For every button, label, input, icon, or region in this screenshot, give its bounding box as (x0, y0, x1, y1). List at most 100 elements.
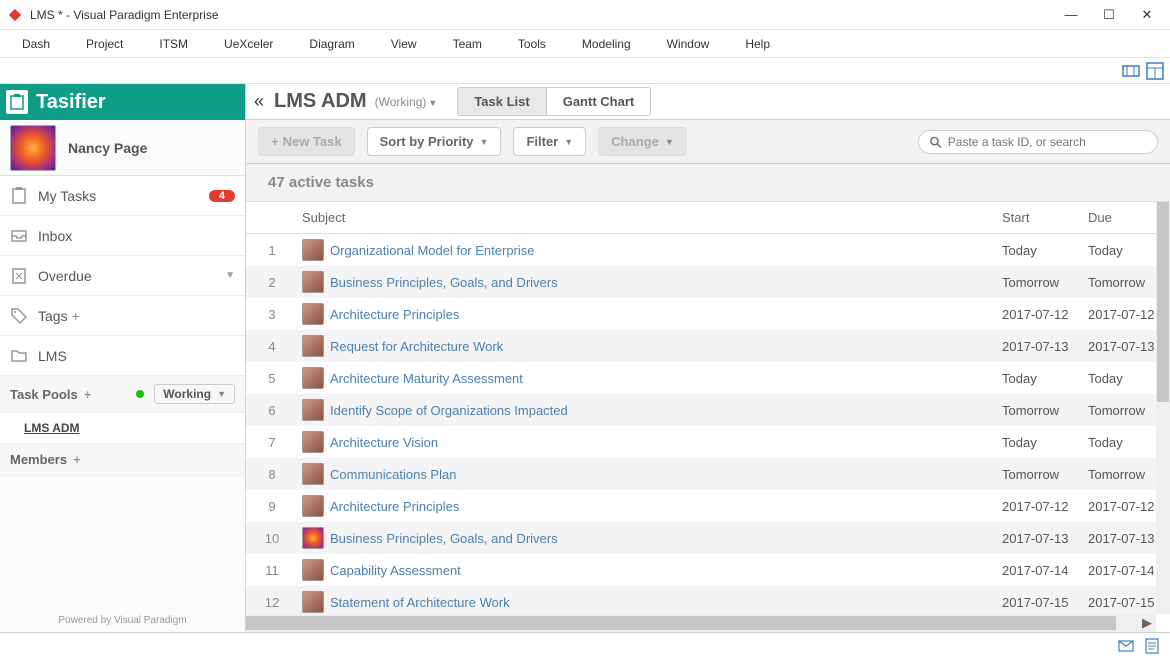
menu-uexceler[interactable]: UeXceler (206, 33, 291, 55)
scroll-right-icon[interactable]: ▶ (1138, 614, 1156, 632)
menu-help[interactable]: Help (727, 33, 788, 55)
assignee-avatar (302, 367, 324, 389)
menu-diagram[interactable]: Diagram (291, 33, 372, 55)
search-icon (929, 135, 942, 149)
add-pool-button[interactable]: + (84, 387, 92, 402)
menu-team[interactable]: Team (435, 33, 500, 55)
table-row[interactable]: 10Business Principles, Goals, and Driver… (246, 522, 1170, 554)
mail-icon[interactable] (1118, 638, 1134, 654)
menu-tools[interactable]: Tools (500, 33, 564, 55)
tab-task-list[interactable]: Task List (458, 88, 546, 115)
pool-title: LMS ADM (274, 90, 367, 113)
row-number: 8 (246, 462, 298, 487)
table-row[interactable]: 11Capability Assessment2017-07-142017-07… (246, 554, 1170, 586)
nav-inbox[interactable]: Inbox (0, 216, 245, 256)
table-row[interactable]: 5Architecture Maturity AssessmentTodayTo… (246, 362, 1170, 394)
nav-label: My Tasks (38, 188, 96, 204)
assignee-avatar (302, 591, 324, 613)
nav-lms[interactable]: LMS (0, 336, 245, 376)
task-subject-link[interactable]: Identify Scope of Organizations Impacted (330, 403, 568, 418)
col-start[interactable]: Start (998, 202, 1084, 233)
task-subject-link[interactable]: Statement of Architecture Work (330, 595, 510, 610)
perspective-icon[interactable] (1122, 62, 1140, 80)
maximize-button[interactable]: ☐ (1102, 7, 1116, 23)
row-number: 12 (246, 590, 298, 615)
start-date: 2017-07-15 (998, 590, 1084, 615)
table-row[interactable]: 9Architecture Principles2017-07-122017-0… (246, 490, 1170, 522)
row-number: 6 (246, 398, 298, 423)
back-button[interactable]: « (254, 91, 264, 112)
table-row[interactable]: 3Architecture Principles2017-07-122017-0… (246, 298, 1170, 330)
chevron-down-icon: ▼ (665, 137, 674, 147)
chevron-down-icon: ▼ (225, 270, 235, 281)
filter-button[interactable]: Filter▼ (513, 127, 586, 156)
user-avatar (10, 125, 56, 171)
assignee-avatar (302, 399, 324, 421)
row-number: 11 (246, 558, 298, 583)
nav-overdue[interactable]: Overdue ▼ (0, 256, 245, 296)
search-field[interactable] (918, 130, 1158, 154)
plus-icon[interactable]: + (72, 308, 80, 324)
menu-project[interactable]: Project (68, 33, 141, 55)
assignee-avatar (302, 239, 324, 261)
vertical-scrollbar[interactable] (1156, 202, 1170, 614)
task-subject-link[interactable]: Architecture Principles (330, 307, 459, 322)
task-subject-link[interactable]: Architecture Principles (330, 499, 459, 514)
toolbar-strip (0, 58, 1170, 84)
title-bar: LMS * - Visual Paradigm Enterprise — ☐ ✕ (0, 0, 1170, 30)
task-subject-link[interactable]: Organizational Model for Enterprise (330, 243, 535, 258)
task-subject-link[interactable]: Communications Plan (330, 467, 456, 482)
horizontal-scrollbar[interactable]: ▶ (246, 614, 1156, 632)
new-task-button[interactable]: + New Task (258, 127, 355, 156)
nav-tags[interactable]: Tags + (0, 296, 245, 336)
brand-header: Tasifier (0, 84, 245, 120)
search-input[interactable] (948, 135, 1147, 149)
minimize-button[interactable]: — (1064, 7, 1078, 23)
menu-bar: DashProjectITSMUeXcelerDiagramViewTeamTo… (0, 30, 1170, 58)
pool-item-lms-adm[interactable]: LMS ADM (0, 413, 245, 444)
table-row[interactable]: 7Architecture VisionTodayToday (246, 426, 1170, 458)
table-row[interactable]: 2Business Principles, Goals, and Drivers… (246, 266, 1170, 298)
task-subject-link[interactable]: Business Principles, Goals, and Drivers (330, 275, 558, 290)
notes-icon[interactable] (1144, 638, 1160, 654)
task-count-summary: 47 active tasks (246, 164, 1170, 202)
assignee-avatar (302, 527, 324, 549)
user-row[interactable]: Nancy Page (0, 120, 245, 176)
table-row[interactable]: 1Organizational Model for EnterpriseToda… (246, 234, 1170, 266)
assignee-avatar (302, 559, 324, 581)
task-subject-link[interactable]: Architecture Vision (330, 435, 438, 450)
sort-button[interactable]: Sort by Priority▼ (367, 127, 502, 156)
task-subject-link[interactable]: Capability Assessment (330, 563, 461, 578)
menu-itsm[interactable]: ITSM (141, 33, 206, 55)
col-subject[interactable]: Subject (298, 202, 998, 233)
nav-my-tasks[interactable]: My Tasks 4 (0, 176, 245, 216)
working-filter-button[interactable]: Working ▼ (154, 384, 235, 404)
start-date: 2017-07-12 (998, 302, 1084, 327)
change-button[interactable]: Change▼ (598, 127, 687, 156)
tag-icon (10, 307, 28, 325)
menu-dash[interactable]: Dash (4, 33, 68, 55)
task-pools-header: Task Pools + Working ▼ (0, 376, 245, 413)
menu-window[interactable]: Window (649, 33, 728, 55)
user-name: Nancy Page (68, 140, 147, 156)
tab-gantt-chart[interactable]: Gantt Chart (547, 88, 651, 115)
chevron-down-icon: ▼ (217, 389, 226, 399)
table-row[interactable]: 4Request for Architecture Work2017-07-13… (246, 330, 1170, 362)
task-subject-link[interactable]: Business Principles, Goals, and Drivers (330, 531, 558, 546)
menu-view[interactable]: View (373, 33, 435, 55)
pool-status[interactable]: (Working)▼ (375, 95, 438, 109)
table-row[interactable]: 6 Identify Scope of Organizations Impacte… (246, 394, 1170, 426)
task-subject-link[interactable]: Request for Architecture Work (330, 339, 503, 354)
menu-modeling[interactable]: Modeling (564, 33, 649, 55)
tasifier-icon (6, 90, 28, 114)
table-row[interactable]: 12 Statement of Architecture Work 2017-07-… (246, 586, 1170, 614)
inbox-icon (10, 227, 28, 245)
start-date: Tomorrow (998, 398, 1084, 423)
assignee-avatar (302, 463, 324, 485)
sidebar: Tasifier Nancy Page My Tasks 4 Inbox Ove… (0, 84, 246, 632)
close-button[interactable]: ✕ (1140, 7, 1154, 23)
layout-icon[interactable] (1146, 62, 1164, 80)
table-row[interactable]: 8Communications PlanTomorrowTomorrow (246, 458, 1170, 490)
task-subject-link[interactable]: Architecture Maturity Assessment (330, 371, 523, 386)
add-member-button[interactable]: + (73, 452, 81, 467)
